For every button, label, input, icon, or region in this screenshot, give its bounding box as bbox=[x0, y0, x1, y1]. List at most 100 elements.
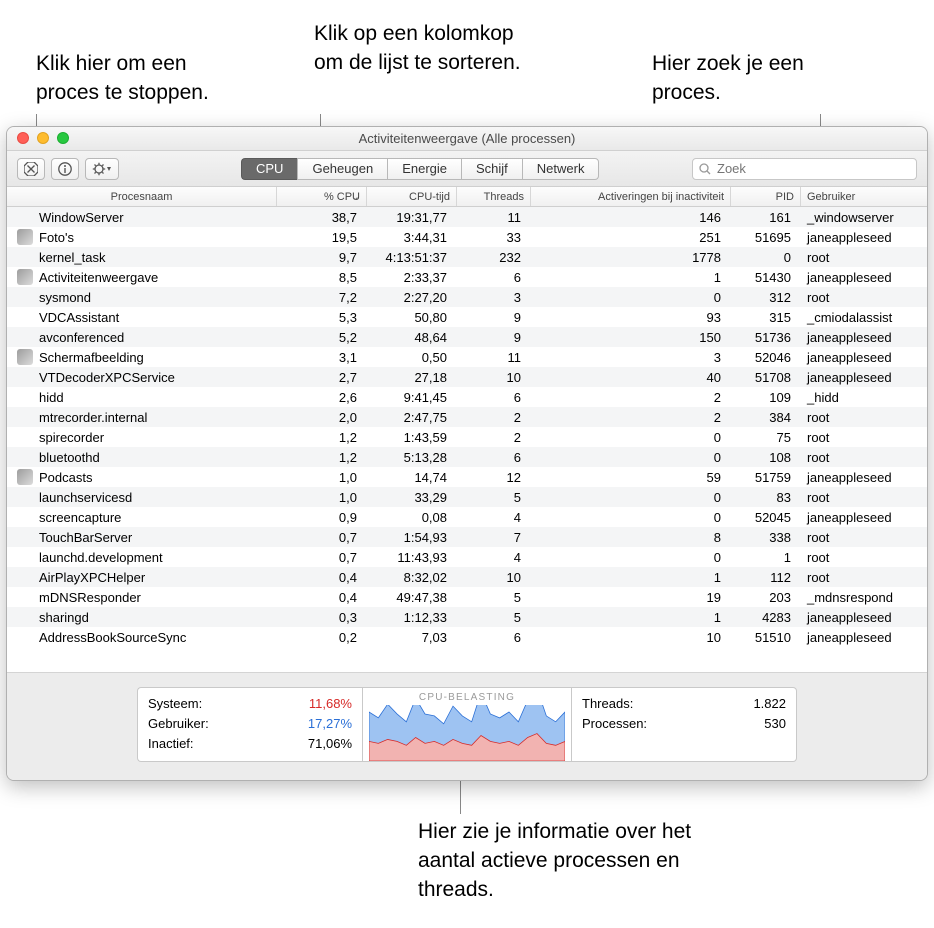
pid: 384 bbox=[731, 410, 801, 425]
user: janeappleseed bbox=[801, 230, 911, 245]
col-user[interactable]: Gebruiker bbox=[801, 187, 911, 206]
threads: 4 bbox=[457, 510, 531, 525]
table-row[interactable]: Foto's19,53:44,313325151695janeappleseed bbox=[7, 227, 927, 247]
col-threads[interactable]: Threads bbox=[457, 187, 531, 206]
cpu-pct: 19,5 bbox=[277, 230, 367, 245]
callout-line bbox=[460, 778, 461, 814]
process-name: AirPlayXPCHelper bbox=[39, 570, 145, 585]
col-cputime[interactable]: CPU-tijd bbox=[367, 187, 457, 206]
process-name: mtrecorder.internal bbox=[39, 410, 147, 425]
table-row[interactable]: hidd2,69:41,4562109_hidd bbox=[7, 387, 927, 407]
process-name: Activiteitenweergave bbox=[39, 270, 158, 285]
table-row[interactable]: kernel_task9,74:13:51:3723217780root bbox=[7, 247, 927, 267]
cpu-time: 4:13:51:37 bbox=[367, 250, 457, 265]
callout-stop: Klik hier om een proces te stoppen. bbox=[36, 50, 246, 108]
table-row[interactable]: WindowServer38,719:31,7711146161_windows… bbox=[7, 207, 927, 227]
tab-disk[interactable]: Schijf bbox=[461, 158, 522, 180]
table-row[interactable]: Podcasts1,014,74125951759janeappleseed bbox=[7, 467, 927, 487]
threads: 10 bbox=[457, 570, 531, 585]
table-row[interactable]: avconferenced5,248,64915051736janeapples… bbox=[7, 327, 927, 347]
cpu-pct: 0,4 bbox=[277, 590, 367, 605]
stop-process-button[interactable] bbox=[17, 158, 45, 180]
app-icon bbox=[17, 269, 33, 285]
window-minimize-button[interactable] bbox=[37, 132, 49, 144]
idle-wakeups: 0 bbox=[531, 290, 731, 305]
table-row[interactable]: screencapture0,90,084052045janeappleseed bbox=[7, 507, 927, 527]
table-row[interactable]: AddressBookSourceSync0,27,0361051510jane… bbox=[7, 627, 927, 647]
process-table[interactable]: WindowServer38,719:31,7711146161_windows… bbox=[7, 207, 927, 672]
pid: 75 bbox=[731, 430, 801, 445]
window-zoom-button[interactable] bbox=[57, 132, 69, 144]
table-row[interactable]: sharingd0,31:12,33514283janeappleseed bbox=[7, 607, 927, 627]
cpu-time: 1:54,93 bbox=[367, 530, 457, 545]
process-name: sysmond bbox=[39, 290, 91, 305]
table-row[interactable]: launchd.development0,711:43,93401root bbox=[7, 547, 927, 567]
user: root bbox=[801, 550, 911, 565]
no-icon bbox=[17, 449, 33, 465]
process-name: launchd.development bbox=[39, 550, 163, 565]
cpu-pct: 1,2 bbox=[277, 430, 367, 445]
threads: 2 bbox=[457, 430, 531, 445]
col-pid[interactable]: PID bbox=[731, 187, 801, 206]
idle-wakeups: 146 bbox=[531, 210, 731, 225]
window-title: Activiteitenweergave (Alle processen) bbox=[359, 131, 576, 146]
no-icon bbox=[17, 209, 33, 225]
window-titlebar[interactable]: Activiteitenweergave (Alle processen) bbox=[7, 127, 927, 151]
table-row[interactable]: Activiteitenweergave8,52:33,376151430jan… bbox=[7, 267, 927, 287]
tab-energy[interactable]: Energie bbox=[387, 158, 461, 180]
app-icon bbox=[17, 229, 33, 245]
col-cpu[interactable]: % CPU bbox=[277, 187, 367, 206]
user: janeappleseed bbox=[801, 270, 911, 285]
idle-wakeups: 19 bbox=[531, 590, 731, 605]
toolbar: CPU Geheugen Energie Schijf Netwerk bbox=[7, 151, 927, 187]
table-row[interactable]: Schermafbeelding3,10,5011352046janeapple… bbox=[7, 347, 927, 367]
table-row[interactable]: mtrecorder.internal2,02:47,7522384root bbox=[7, 407, 927, 427]
cpu-pct: 0,4 bbox=[277, 570, 367, 585]
table-row[interactable]: spirecorder1,21:43,592075root bbox=[7, 427, 927, 447]
proc-label: Processen: bbox=[582, 714, 647, 734]
options-menu-button[interactable] bbox=[85, 158, 119, 180]
table-row[interactable]: TouchBarServer0,71:54,9378338root bbox=[7, 527, 927, 547]
idle-wakeups: 150 bbox=[531, 330, 731, 345]
cpu-pct: 0,9 bbox=[277, 510, 367, 525]
table-row[interactable]: VTDecoderXPCService2,727,18104051708jane… bbox=[7, 367, 927, 387]
col-idlewake[interactable]: Activeringen bij inactiviteit bbox=[531, 187, 731, 206]
search-field[interactable] bbox=[692, 158, 917, 180]
process-name: avconferenced bbox=[39, 330, 124, 345]
user: janeappleseed bbox=[801, 350, 911, 365]
search-input[interactable] bbox=[715, 160, 910, 177]
process-name: kernel_task bbox=[39, 250, 105, 265]
threads: 11 bbox=[457, 350, 531, 365]
window-close-button[interactable] bbox=[17, 132, 29, 144]
cpu-time: 1:12,33 bbox=[367, 610, 457, 625]
info-button[interactable] bbox=[51, 158, 79, 180]
table-row[interactable]: mDNSResponder0,449:47,38519203_mdnsrespo… bbox=[7, 587, 927, 607]
table-row[interactable]: sysmond7,22:27,2030312root bbox=[7, 287, 927, 307]
tab-memory[interactable]: Geheugen bbox=[297, 158, 387, 180]
tab-network[interactable]: Netwerk bbox=[522, 158, 600, 180]
no-icon bbox=[17, 509, 33, 525]
process-name: AddressBookSourceSync bbox=[39, 630, 186, 645]
cpu-pct: 1,2 bbox=[277, 450, 367, 465]
cpu-time: 19:31,77 bbox=[367, 210, 457, 225]
cpu-time: 5:13,28 bbox=[367, 450, 457, 465]
cpu-time: 8:32,02 bbox=[367, 570, 457, 585]
system-label: Systeem: bbox=[148, 694, 202, 714]
table-row[interactable]: launchservicesd1,033,295083root bbox=[7, 487, 927, 507]
tab-cpu[interactable]: CPU bbox=[241, 158, 297, 180]
table-row[interactable]: AirPlayXPCHelper0,48:32,02101112root bbox=[7, 567, 927, 587]
table-row[interactable]: VDCAssistant5,350,80993315_cmiodalassist bbox=[7, 307, 927, 327]
idle-wakeups: 1 bbox=[531, 610, 731, 625]
col-name[interactable]: Procesnaam bbox=[7, 187, 277, 206]
cpu-time: 48,64 bbox=[367, 330, 457, 345]
idle-wakeups: 93 bbox=[531, 310, 731, 325]
cpu-time: 2:27,20 bbox=[367, 290, 457, 305]
threads-value: 1.822 bbox=[753, 694, 786, 714]
user: janeappleseed bbox=[801, 510, 911, 525]
table-header: Procesnaam % CPU CPU-tijd Threads Active… bbox=[7, 187, 927, 207]
no-icon bbox=[17, 489, 33, 505]
threads: 12 bbox=[457, 470, 531, 485]
threads: 7 bbox=[457, 530, 531, 545]
idle-wakeups: 1 bbox=[531, 570, 731, 585]
table-row[interactable]: bluetoothd1,25:13,2860108root bbox=[7, 447, 927, 467]
